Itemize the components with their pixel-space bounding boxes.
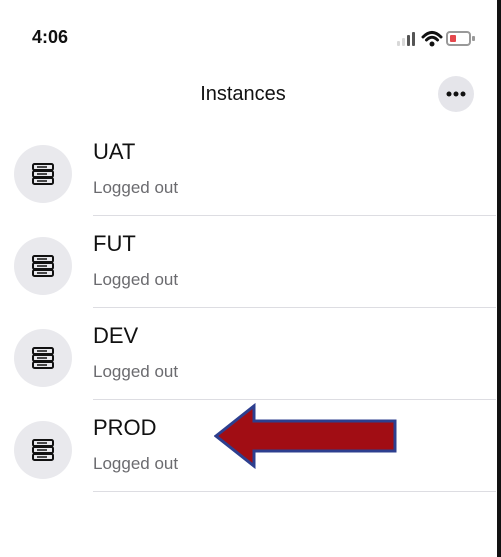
more-icon bbox=[446, 91, 466, 97]
instance-name: PROD bbox=[93, 415, 157, 440]
right-edge-line bbox=[497, 0, 501, 557]
server-icon bbox=[32, 163, 54, 185]
status-icons-svg bbox=[397, 31, 475, 47]
signal-icon bbox=[397, 32, 415, 46]
server-icon bbox=[32, 439, 54, 461]
server-icon bbox=[32, 347, 54, 369]
row-divider bbox=[93, 491, 496, 492]
instance-avatar bbox=[14, 145, 72, 203]
instance-list-item-uat[interactable]: UAT Logged out bbox=[0, 124, 496, 216]
battery-low-icon bbox=[446, 31, 475, 46]
status-bar: 4:06 bbox=[0, 0, 496, 80]
more-options-button[interactable] bbox=[438, 76, 474, 112]
left-arrow-icon bbox=[213, 402, 397, 470]
status-time: 4:06 bbox=[32, 27, 69, 47]
instance-status: Logged out bbox=[93, 454, 179, 473]
instance-status: Logged out bbox=[93, 270, 179, 289]
status-icons bbox=[392, 29, 482, 49]
page-title: Instances bbox=[200, 83, 286, 105]
instance-status: Logged out bbox=[93, 362, 179, 381]
instance-list-item-dev[interactable]: DEV Logged out bbox=[0, 308, 496, 400]
annotation-arrow bbox=[213, 402, 398, 470]
instance-name: UAT bbox=[93, 139, 136, 164]
server-icon bbox=[32, 255, 54, 277]
instance-name: FUT bbox=[93, 231, 136, 256]
instance-avatar bbox=[14, 237, 72, 295]
instance-avatar bbox=[14, 421, 72, 479]
wifi-icon bbox=[421, 31, 443, 47]
instance-avatar bbox=[14, 329, 72, 387]
instance-status: Logged out bbox=[93, 178, 179, 197]
instance-name: DEV bbox=[93, 323, 139, 348]
instances-screen: 4:06 Instances UAT Logged out FUT Logged… bbox=[0, 0, 501, 557]
instance-list-item-fut[interactable]: FUT Logged out bbox=[0, 216, 496, 308]
